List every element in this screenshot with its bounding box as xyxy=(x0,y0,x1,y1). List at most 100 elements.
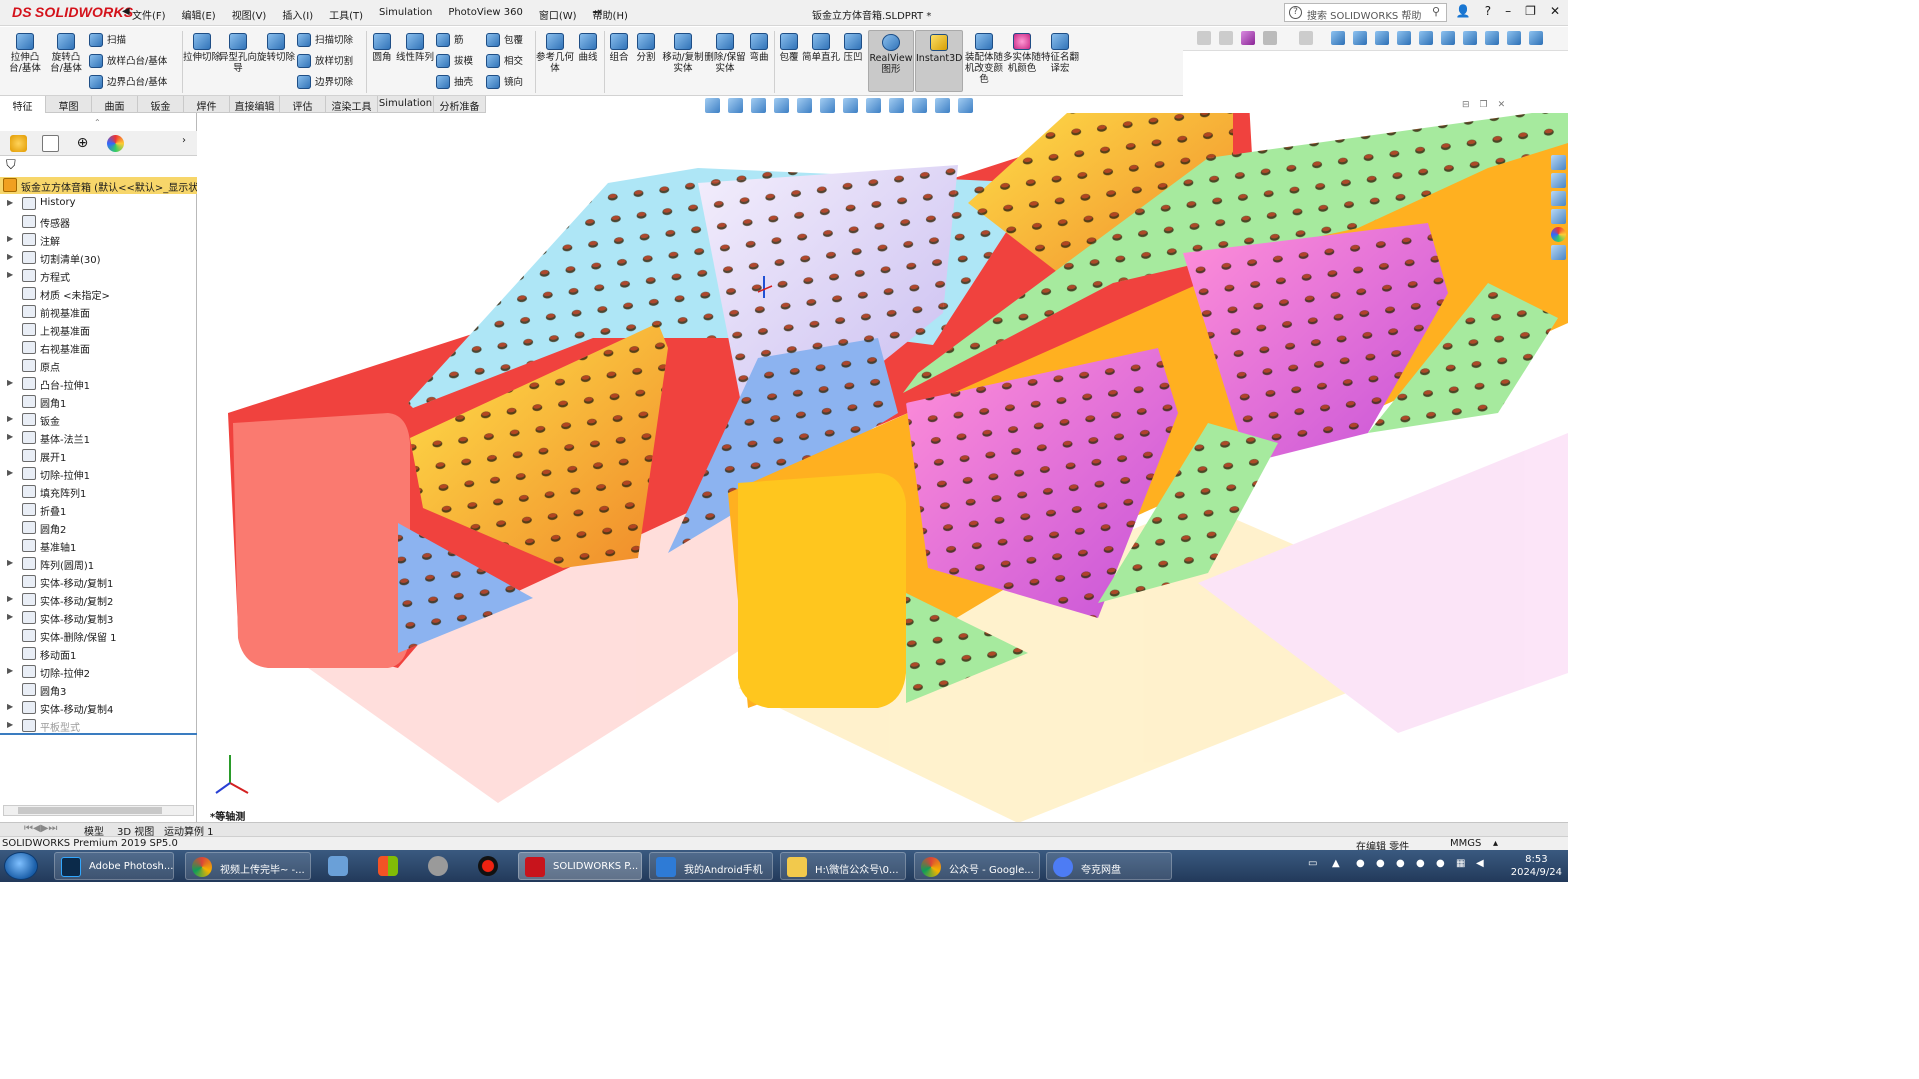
tree-item[interactable]: ▶ 切除-拉伸2 xyxy=(0,663,197,681)
linear-pattern-button[interactable]: 线性阵列 xyxy=(396,33,434,63)
user-icon[interactable]: 👤 xyxy=(1456,4,1471,18)
tree-horizontal-scrollbar[interactable] xyxy=(3,805,194,816)
feature-rename-macro-button[interactable]: 特征名翻译宏 xyxy=(1040,33,1080,74)
help-button[interactable]: ? xyxy=(1485,4,1491,18)
view-palette-icon[interactable] xyxy=(1550,209,1566,224)
tree-item[interactable]: 填充阵列1 xyxy=(0,483,197,501)
tree-item[interactable]: ▶ History xyxy=(0,195,197,213)
snap-icon[interactable] xyxy=(1331,31,1345,45)
tree-root-part[interactable]: 钣金立方体音箱 (默认<<默认>_显示状 xyxy=(0,177,197,194)
restore-button[interactable]: ❐ xyxy=(1525,4,1536,18)
taskbar-quark-drive[interactable]: 夸克网盘 xyxy=(1046,852,1172,880)
pin-icon[interactable]: ⇥ xyxy=(592,5,602,19)
dimension-icon[interactable] xyxy=(1529,31,1543,45)
menu-file[interactable]: 文件(F) xyxy=(132,7,166,22)
tree-item[interactable]: 传感器 xyxy=(0,213,197,231)
taskbar-explorer[interactable]: H:\微信公众号\0... xyxy=(780,852,906,880)
select-cursor-icon[interactable] xyxy=(1263,31,1277,45)
revolve-boss-button[interactable]: 旋转凸台/基体 xyxy=(47,33,85,74)
instant3d-button[interactable]: Instant3D xyxy=(915,30,963,92)
tree-item[interactable]: ▶ 注解 xyxy=(0,231,197,249)
display-style-icon[interactable] xyxy=(820,98,835,113)
expand-arrow-icon[interactable]: ▶ xyxy=(7,414,13,423)
tree-item[interactable]: ▶ 切除-拉伸1 xyxy=(0,465,197,483)
tree-item[interactable]: 折叠1 xyxy=(0,501,197,519)
expand-arrow-icon[interactable]: ▶ xyxy=(7,666,13,675)
crosshair-icon[interactable]: ⊕ xyxy=(74,135,91,152)
taskbar-photoshop[interactable]: Adobe Photosh... xyxy=(54,852,174,880)
tree-item[interactable]: 右视基准面 xyxy=(0,339,197,357)
expand-arrow-icon[interactable]: ▶ xyxy=(7,378,13,387)
cursor-icon[interactable] xyxy=(1299,31,1313,45)
rib-button[interactable]: 筋 xyxy=(436,33,480,47)
taskbar-android-phone[interactable]: 我的Android手机 xyxy=(649,852,773,880)
network-icon[interactable]: ▦ xyxy=(1456,858,1465,869)
menu-photoview[interactable]: PhotoView 360 xyxy=(448,7,523,22)
status-units[interactable]: MMGS xyxy=(1450,838,1481,849)
tree-item[interactable]: 圆角2 xyxy=(0,519,197,537)
minimize-button[interactable]: – xyxy=(1505,4,1511,18)
viewport-close-icon[interactable]: ✕ xyxy=(1498,100,1506,110)
taskbar-app-icon[interactable] xyxy=(318,852,358,880)
surface-icon[interactable] xyxy=(1397,31,1411,45)
plane-icon[interactable] xyxy=(1375,31,1389,45)
vertex-icon[interactable] xyxy=(1463,31,1477,45)
axis-icon[interactable] xyxy=(1353,31,1367,45)
viewport-split-icon[interactable]: ⊟ xyxy=(1462,100,1470,110)
view-orientation-icon[interactable] xyxy=(797,98,812,113)
zoom-to-fit-icon[interactable] xyxy=(705,98,720,113)
asm-random-color-button[interactable]: 装配体随机改变颜色 xyxy=(964,33,1004,85)
tab-surfaces[interactable]: 曲面 xyxy=(92,96,138,113)
appearance-icon[interactable] xyxy=(107,135,124,152)
loft-boss-button[interactable]: 放样凸台/基体 xyxy=(89,54,181,68)
zoom-area-icon[interactable] xyxy=(728,98,743,113)
tree-item[interactable]: 圆角3 xyxy=(0,681,197,699)
expand-arrow-icon[interactable]: ▶ xyxy=(7,612,13,621)
taskbar-app-icon[interactable] xyxy=(418,852,458,880)
sweep-cut-button[interactable]: 扫描切除 xyxy=(297,33,365,47)
tab-sheet-metal[interactable]: 钣金 xyxy=(138,96,184,113)
graphics-viewport[interactable] xyxy=(198,113,1568,823)
tray-app-icon[interactable]: ● xyxy=(1356,858,1365,869)
tree-item[interactable]: ▶ 实体-移动/复制2 xyxy=(0,591,197,609)
display-pane-icon[interactable] xyxy=(935,98,950,113)
section-view-icon[interactable] xyxy=(774,98,789,113)
property-manager-icon[interactable] xyxy=(42,135,59,152)
boundary-boss-button[interactable]: 边界凸台/基体 xyxy=(89,75,181,89)
help-search-input[interactable]: ? 搜索 SOLIDWORKS 帮助 ⚲ xyxy=(1284,3,1447,22)
rollback-bar[interactable] xyxy=(0,733,197,735)
view-settings-icon[interactable] xyxy=(912,98,927,113)
filter-icon[interactable] xyxy=(1241,31,1255,45)
filter-funnel-icon[interactable]: ⛉ xyxy=(6,158,16,173)
tab-evaluate[interactable]: 评估 xyxy=(280,96,326,113)
chevron-right-icon[interactable]: › xyxy=(182,135,199,152)
tree-item[interactable]: ▶ 切割清单(30) xyxy=(0,249,197,267)
expand-arrow-icon[interactable]: ▶ xyxy=(7,198,13,207)
revolve-cut-button[interactable]: 旋转切除 xyxy=(257,33,295,63)
expand-arrow-icon[interactable]: ▶ xyxy=(7,270,13,279)
feature-manager-icon[interactable] xyxy=(10,135,27,152)
tree-item[interactable]: 上视基准面 xyxy=(0,321,197,339)
previous-view-icon[interactable] xyxy=(751,98,766,113)
tree-item[interactable]: 原点 xyxy=(0,357,197,375)
scrollbar-thumb[interactable] xyxy=(18,807,162,814)
draft-button[interactable]: 拔模 xyxy=(436,54,480,68)
home-icon[interactable] xyxy=(1550,155,1566,170)
expand-arrow-icon[interactable]: ▶ xyxy=(7,252,13,261)
point-icon[interactable] xyxy=(1485,31,1499,45)
taskbar-recorder[interactable] xyxy=(468,852,508,880)
taskbar-solidworks[interactable]: SOLIDWORKS P... xyxy=(518,852,642,880)
tray-app-icon[interactable]: ● xyxy=(1416,858,1425,869)
solid-icon[interactable] xyxy=(1419,31,1433,45)
menu-collapse-arrow-icon[interactable]: ◀ xyxy=(122,6,130,17)
sweep-button[interactable]: 扫描 xyxy=(89,33,169,47)
appearances-icon[interactable] xyxy=(1550,227,1566,242)
hide-show-icon[interactable] xyxy=(843,98,858,113)
indent-button[interactable]: 压凹 xyxy=(834,33,872,63)
menu-simulation[interactable]: Simulation xyxy=(379,7,432,22)
split-button[interactable]: 分割 xyxy=(627,33,665,63)
hole-wizard-button[interactable]: 异型孔向导 xyxy=(219,33,257,74)
apply-scene-icon[interactable] xyxy=(889,98,904,113)
expand-arrow-icon[interactable]: ▶ xyxy=(7,468,13,477)
tree-item[interactable]: ▶ 实体-移动/复制3 xyxy=(0,609,197,627)
